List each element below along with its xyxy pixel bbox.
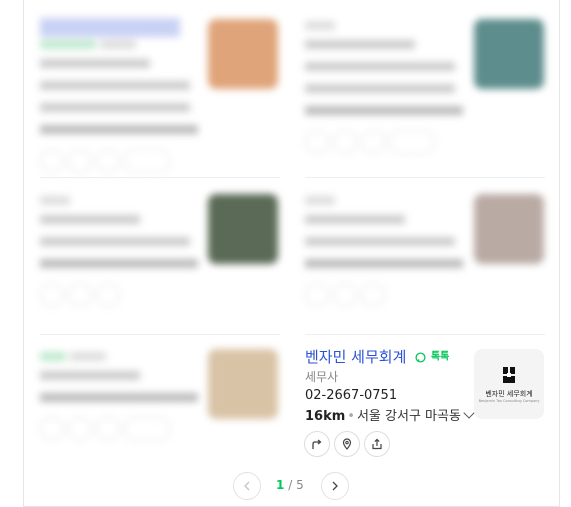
listing-thumbnail[interactable] (208, 349, 278, 419)
share-icon (372, 438, 382, 450)
listing-category: 세무사 (305, 370, 339, 384)
listing-distance: 16km (305, 409, 346, 424)
listing-thumbnail[interactable] (474, 194, 544, 264)
listing-logo[interactable]: 벤자민 세무회계 Benjamin Tax Consulting Company (474, 349, 544, 419)
map-pin-icon (342, 438, 352, 450)
divider (305, 177, 545, 178)
listing-address-text[interactable]: 서울 강서구 마곡동 (357, 409, 461, 424)
listing-address[interactable]: 16km • 서울 강서구 마곡동 (305, 405, 475, 424)
listing-phone[interactable]: 02-2667-0751 (305, 388, 397, 403)
chevron-left-icon (244, 481, 250, 491)
map-button[interactable] (334, 431, 360, 457)
dot-separator-icon: • (347, 409, 355, 424)
next-page-button[interactable] (321, 472, 349, 500)
directions-button[interactable] (304, 431, 330, 457)
divider (40, 334, 280, 335)
directions-icon (312, 439, 322, 449)
talk-label[interactable]: 톡톡 (431, 352, 449, 363)
listing-thumbnail[interactable] (208, 19, 278, 89)
listing-thumbnail[interactable] (208, 194, 278, 264)
listing-title[interactable]: 벤자민 세무회계 톡톡 (305, 347, 449, 368)
current-page: 1 (276, 478, 285, 492)
chevron-down-icon[interactable] (463, 407, 475, 419)
listing-thumbnail[interactable] (474, 19, 544, 89)
share-button[interactable] (364, 431, 390, 457)
company-logo-icon (503, 367, 515, 383)
chevron-right-icon (332, 481, 338, 491)
talk-icon[interactable] (415, 352, 426, 363)
listing-name[interactable]: 벤자민 세무회계 (305, 348, 406, 366)
page-separator: / (288, 478, 293, 492)
logo-subtext: Benjamin Tax Consulting Company (478, 399, 540, 403)
page-indicator: 1 / 5 (276, 478, 304, 492)
divider (40, 177, 280, 178)
logo-text: 벤자민 세무회계 (485, 390, 533, 398)
total-pages: 5 (296, 478, 304, 492)
prev-page-button[interactable] (233, 472, 261, 500)
divider (305, 334, 545, 335)
